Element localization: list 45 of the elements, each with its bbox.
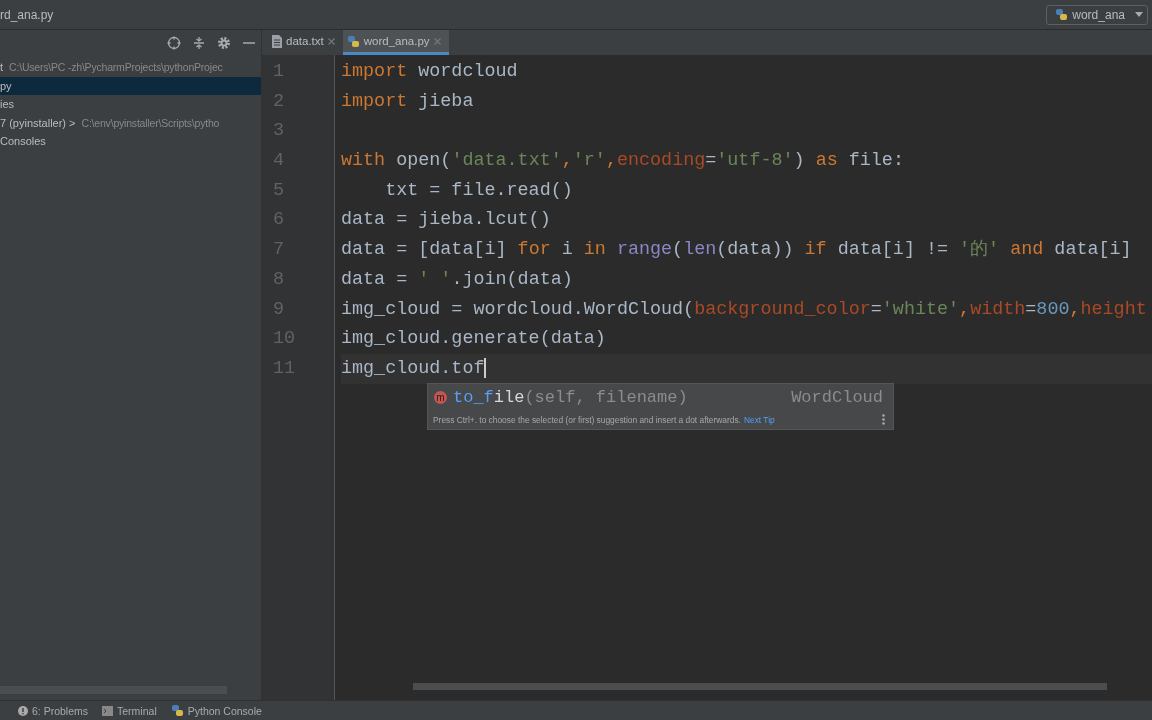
file-name: rd_ana.py	[0, 7, 54, 22]
tree-item[interactable]: Consoles	[0, 132, 261, 151]
python-file-icon	[346, 34, 360, 48]
python-icon	[170, 704, 184, 717]
run-config-dropdown[interactable]: word_ana	[1046, 4, 1148, 25]
code-line: img_cloud.tof	[341, 357, 485, 379]
locate-icon[interactable]	[167, 35, 181, 50]
code-line: with open('data.txt','r',encoding='utf-8') as file:	[341, 150, 904, 172]
suggestion-text: to_file(self, filename)	[453, 387, 688, 407]
tree-item[interactable]: py	[0, 76, 261, 95]
settings-icon[interactable]	[217, 35, 231, 50]
code-line: import wordcloud	[341, 61, 518, 82]
python-icon	[1055, 8, 1069, 21]
path-label: C:\env\pyinstaller\Scripts\pytho	[81, 116, 220, 129]
code-line: data = [data[i] for i in range(len(data)) if data[i] != '的' and data[i]	[341, 239, 1132, 261]
terminal-icon	[102, 705, 114, 716]
code-line: import jieba	[341, 90, 474, 112]
hint-text: Press Ctrl+. to choose the selected (or first) suggestion and insert a dot afterwards.	[433, 414, 741, 425]
tool-window-button[interactable]: Terminal	[102, 704, 157, 717]
tool-window-button[interactable]: Python Console	[170, 704, 262, 717]
type-label: WordCloud	[791, 387, 883, 407]
next-tip-link[interactable]: Next Tip	[743, 414, 775, 425]
code-line: data = ' '.join(data)	[341, 268, 573, 290]
collapse-icon[interactable]	[193, 35, 205, 50]
completion-item[interactable]: m to_file(self, filename) WordCloud	[428, 384, 893, 410]
caret-icon	[1135, 12, 1143, 17]
text-cursor	[484, 358, 487, 378]
code-line: img_cloud.generate(data)	[341, 328, 606, 350]
tool-window-button[interactable]: 6: Problems	[18, 704, 89, 717]
tree-item[interactable]: ies	[0, 95, 261, 114]
editor-tab[interactable]: word_ana.py	[342, 30, 449, 55]
close-icon[interactable]	[433, 37, 441, 45]
method-icon: m	[434, 390, 447, 404]
close-icon[interactable]	[327, 37, 335, 45]
path-label: C:\Users\PC -zh\PycharmProjects\pythonProjec	[9, 61, 223, 74]
editor-tab[interactable]: data.txt	[268, 30, 343, 55]
warning-icon	[18, 705, 28, 716]
code-line: data = jieba.lcut()	[341, 209, 551, 231]
horizontal-scrollbar[interactable]	[413, 683, 1107, 690]
tree-item[interactable]: t C:\Users\PC -zh\PycharmProjects\pythonProjec	[0, 58, 261, 77]
text-file-icon	[272, 34, 282, 48]
more-icon[interactable]	[882, 414, 885, 425]
code-line: img_cloud = wordcloud.WordCloud(background_color='white',width=800,height	[341, 298, 1147, 320]
tree-item[interactable]: 7 (pyinstaller) > C:\env\pyinstaller\Scripts\pytho	[0, 113, 261, 132]
code-line: txt = file.read()	[384, 179, 573, 201]
